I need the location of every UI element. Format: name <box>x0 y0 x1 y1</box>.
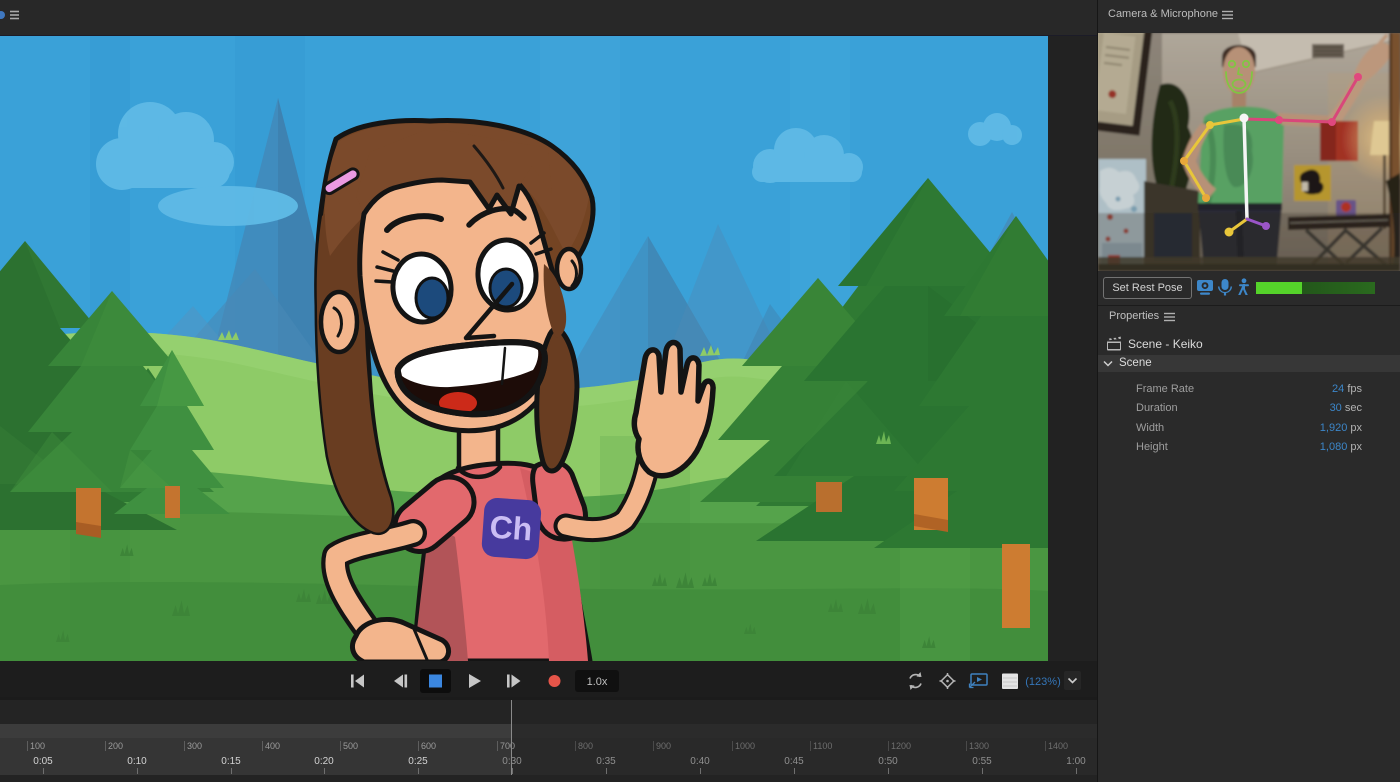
svg-text:1.0x: 1.0x <box>587 676 608 688</box>
svg-text:(123%): (123%) <box>1025 676 1060 688</box>
svg-text:Ch: Ch <box>488 509 533 548</box>
